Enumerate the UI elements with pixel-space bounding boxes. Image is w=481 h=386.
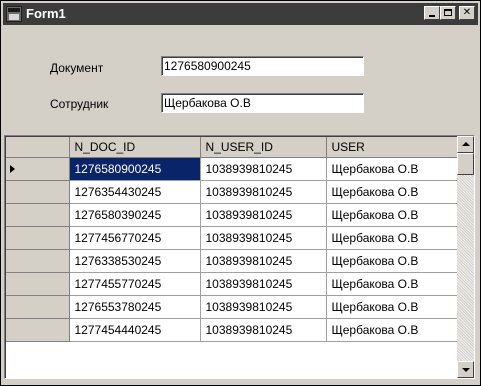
table-row[interactable]: 1276580390245 1038939810245 Щербакова О.В (6, 203, 460, 227)
maximize-icon (444, 9, 452, 16)
maximize-button[interactable] (440, 6, 456, 20)
cell-user[interactable]: Щербакова О.В (326, 157, 460, 181)
vertical-scrollbar[interactable] (457, 136, 474, 378)
cell-n-doc-id[interactable]: 1276580900245 (69, 157, 201, 181)
scroll-up-button[interactable] (457, 136, 474, 153)
form1-window: Form1 ✕ Документ Сотрудник N_DOC_ID (0, 0, 481, 386)
grid-table: N_DOC_ID N_USER_ID USER 1276580900245 103… (6, 137, 460, 342)
title-bar[interactable]: Form1 ✕ (3, 3, 478, 25)
row-header[interactable] (6, 318, 70, 342)
row-header[interactable] (6, 203, 70, 227)
close-button[interactable]: ✕ (459, 6, 475, 20)
cell-n-user-id[interactable]: 1038939810245 (200, 180, 327, 204)
row-header[interactable] (6, 157, 70, 181)
column-header-user[interactable]: USER (326, 137, 460, 158)
grid-corner-header[interactable] (6, 137, 70, 158)
cell-user[interactable]: Щербакова О.В (326, 272, 460, 296)
employee-label: Сотрудник (50, 97, 109, 111)
table-row[interactable]: 1276553780245 1038939810245 Щербакова О.В (6, 295, 460, 319)
cell-n-user-id[interactable]: 1038939810245 (200, 203, 327, 227)
cell-n-doc-id[interactable]: 1277454440245 (69, 318, 201, 342)
current-row-indicator-icon (10, 164, 15, 173)
cell-user[interactable]: Щербакова О.В (326, 249, 460, 273)
close-icon: ✕ (462, 7, 472, 18)
form-icon[interactable] (6, 6, 22, 22)
arrow-up-icon (462, 142, 470, 146)
cell-n-user-id[interactable]: 1038939810245 (200, 295, 327, 319)
cell-user[interactable]: Щербакова О.В (326, 180, 460, 204)
row-header[interactable] (6, 226, 70, 250)
cell-n-doc-id[interactable]: 1276338530245 (69, 249, 201, 273)
cell-n-user-id[interactable]: 1038939810245 (200, 157, 327, 181)
column-header-n-user-id[interactable]: N_USER_ID (200, 137, 327, 158)
cell-n-user-id[interactable]: 1038939810245 (200, 226, 327, 250)
cell-n-doc-id[interactable]: 1276580390245 (69, 203, 201, 227)
cell-user[interactable]: Щербакова О.В (326, 226, 460, 250)
table-row[interactable]: 1277455770245 1038939810245 Щербакова О.В (6, 272, 460, 296)
cell-n-doc-id[interactable]: 1277455770245 (69, 272, 201, 296)
minimize-button[interactable] (424, 6, 440, 20)
row-header[interactable] (6, 180, 70, 204)
row-header[interactable] (6, 295, 70, 319)
cell-user[interactable]: Щербакова О.В (326, 203, 460, 227)
cell-n-user-id[interactable]: 1038939810245 (200, 272, 327, 296)
table-row[interactable]: 1276338530245 1038939810245 Щербакова О.В (6, 249, 460, 273)
row-header[interactable] (6, 272, 70, 296)
cell-n-doc-id[interactable]: 1276354430245 (69, 180, 201, 204)
arrow-down-icon (462, 368, 470, 372)
cell-user[interactable]: Щербакова О.В (326, 318, 460, 342)
cell-n-user-id[interactable]: 1038939810245 (200, 249, 327, 273)
cell-n-user-id[interactable]: 1038939810245 (200, 318, 327, 342)
table-row[interactable]: 1276354430245 1038939810245 Щербакова О.В (6, 180, 460, 204)
cell-n-doc-id[interactable]: 1277456770245 (69, 226, 201, 250)
data-grid[interactable]: N_DOC_ID N_USER_ID USER 1276580900245 103… (4, 135, 475, 379)
grid-header-row: N_DOC_ID N_USER_ID USER (6, 137, 460, 158)
scroll-thumb[interactable] (457, 153, 474, 175)
cell-n-doc-id[interactable]: 1276553780245 (69, 295, 201, 319)
minimize-icon (429, 15, 435, 17)
employee-field[interactable] (161, 93, 364, 113)
table-row[interactable]: 1277454440245 1038939810245 Щербакова О.В (6, 318, 460, 342)
cell-user[interactable]: Щербакова О.В (326, 295, 460, 319)
document-label: Документ (50, 61, 104, 75)
document-field[interactable] (161, 56, 364, 76)
scroll-down-button[interactable] (457, 361, 474, 378)
table-row[interactable]: 1277456770245 1038939810245 Щербакова О.В (6, 226, 460, 250)
window-title: Form1 (26, 6, 66, 21)
row-header[interactable] (6, 249, 70, 273)
table-row[interactable]: 1276580900245 1038939810245 Щербакова О.В (6, 157, 460, 181)
column-header-n-doc-id[interactable]: N_DOC_ID (69, 137, 201, 158)
